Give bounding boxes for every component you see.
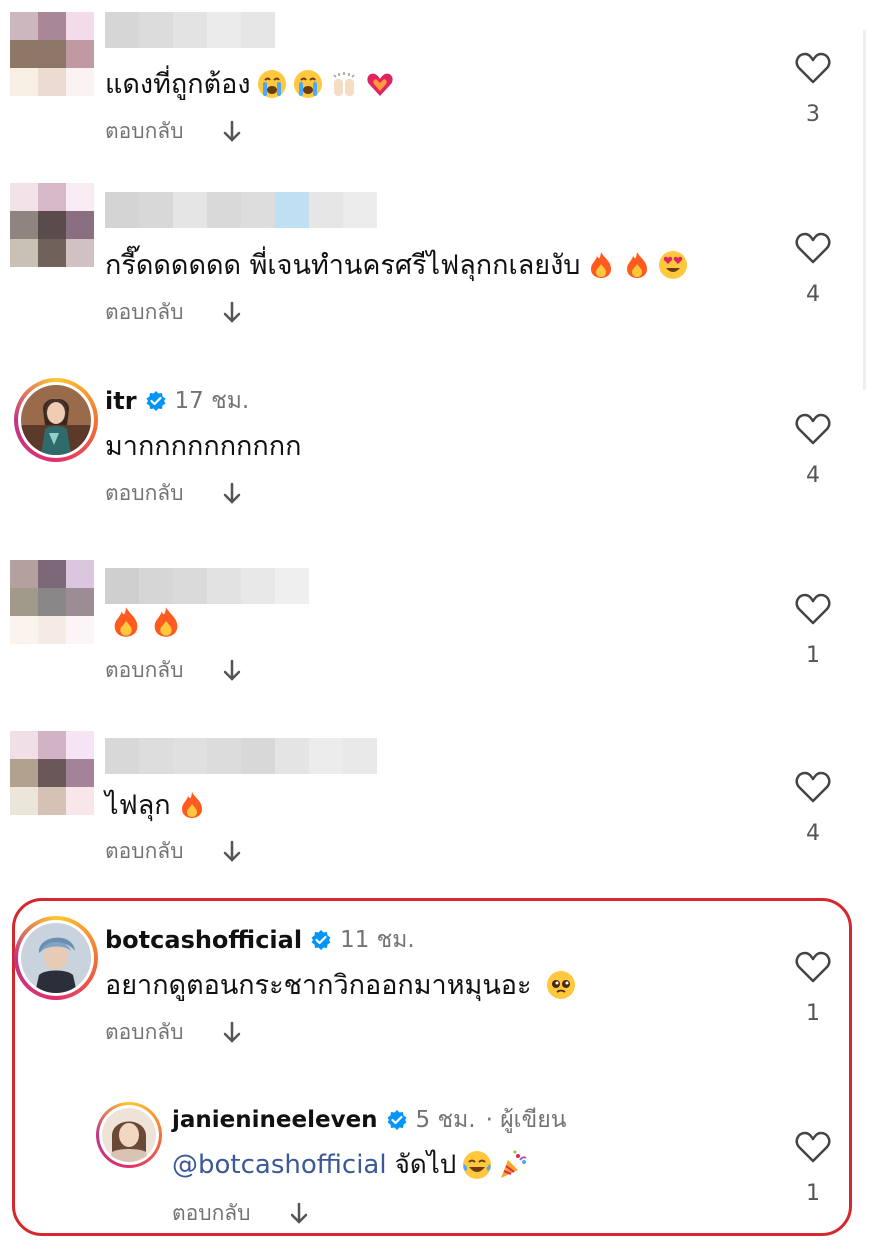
avatar-blurred[interactable] xyxy=(10,560,94,644)
verified-badge-icon xyxy=(146,391,166,411)
username-blurred[interactable] xyxy=(105,568,309,604)
pleading-face-icon xyxy=(546,970,575,999)
comment-text: มากกกกกกกกกก xyxy=(105,431,302,462)
arrow-down-icon[interactable] xyxy=(222,120,242,144)
timestamp: 5 ชม. xyxy=(415,1107,476,1133)
heart-icon[interactable] xyxy=(795,232,831,264)
like-count: 4 xyxy=(806,821,820,846)
like-button[interactable]: 4 xyxy=(783,413,843,488)
username-blurred[interactable] xyxy=(105,192,377,228)
arrow-down-icon[interactable] xyxy=(222,1021,242,1045)
profile-photo xyxy=(102,1108,156,1162)
heart-on-fire-icon xyxy=(366,73,393,96)
timestamp: 17 ชม. xyxy=(174,388,250,414)
reply-row: ตอบกลับ xyxy=(105,477,242,510)
avatar[interactable] xyxy=(96,1102,162,1168)
username[interactable]: botcashofficial xyxy=(105,926,302,954)
fire-icon xyxy=(627,251,648,278)
heart-icon[interactable] xyxy=(795,951,831,983)
heart-icon[interactable] xyxy=(795,771,831,803)
reply-button[interactable]: ตอบกลับ xyxy=(105,296,184,329)
reply-row: ตอบกลับ xyxy=(105,1016,242,1049)
fire-icon xyxy=(114,607,138,637)
user-line: botcashofficial 11 ชม. xyxy=(105,922,415,958)
username[interactable]: itr xyxy=(105,387,137,415)
reply-button[interactable]: ตอบกลับ xyxy=(172,1197,251,1230)
fire-icon xyxy=(181,791,202,818)
profile-photo xyxy=(21,385,91,455)
arrow-down-icon[interactable] xyxy=(222,301,242,325)
reply-button[interactable]: ตอบกลับ xyxy=(105,1016,184,1049)
like-count: 3 xyxy=(806,102,820,127)
reply-row: ตอบกลับ xyxy=(105,296,242,329)
username-blurred[interactable] xyxy=(105,12,275,48)
reply-button[interactable]: ตอบกลับ xyxy=(105,115,184,148)
reply-button[interactable]: ตอบกลับ xyxy=(105,835,184,868)
heart-icon[interactable] xyxy=(795,52,831,84)
like-button[interactable]: 4 xyxy=(783,232,843,307)
heart-icon[interactable] xyxy=(795,1131,831,1163)
avatar-blurred[interactable] xyxy=(10,183,94,267)
author-tag: · ผู้เขียน xyxy=(485,1107,567,1133)
user-line: itr 17 ชม. xyxy=(105,383,249,419)
avatar-blurred[interactable] xyxy=(10,731,94,815)
username[interactable]: janienineeleven xyxy=(172,1107,378,1133)
party-popper-icon xyxy=(501,1150,527,1178)
avatar[interactable] xyxy=(14,916,98,1000)
like-count: 1 xyxy=(806,1001,820,1026)
reply-button[interactable]: ตอบกลับ xyxy=(105,654,184,687)
crying-face-icon xyxy=(293,69,322,98)
avatar[interactable] xyxy=(14,378,98,462)
verified-badge-icon xyxy=(311,930,331,950)
scrollbar[interactable] xyxy=(863,30,866,390)
verified-badge-icon xyxy=(387,1110,407,1130)
heart-icon[interactable] xyxy=(795,593,831,625)
like-button[interactable]: 1 xyxy=(783,1131,843,1206)
reply-row: ตอบกลับ xyxy=(105,835,242,868)
like-button[interactable]: 3 xyxy=(783,52,843,127)
heart-icon[interactable] xyxy=(795,413,831,445)
timestamp: 11 ชม. xyxy=(340,927,415,953)
like-count: 4 xyxy=(806,463,820,488)
like-count: 1 xyxy=(806,643,820,668)
heart-eyes-icon xyxy=(659,250,688,279)
comment-text: ไฟลุก xyxy=(105,783,207,826)
comment-text: แดงที่ถูกต้อง xyxy=(105,62,395,105)
like-button[interactable]: 1 xyxy=(783,593,843,668)
reply-row: ตอบกลับ xyxy=(105,115,242,148)
comment-text: @botcashofficial จัดไป xyxy=(172,1144,528,1185)
avatar-blurred[interactable] xyxy=(10,12,94,96)
tears-of-joy-icon xyxy=(463,1150,492,1179)
reply-button[interactable]: ตอบกลับ xyxy=(105,477,184,510)
like-count: 4 xyxy=(806,282,820,307)
crying-face-icon xyxy=(257,69,286,98)
arrow-down-icon[interactable] xyxy=(222,482,242,506)
comment-text: กรี๊ดดดดดด พี่เจนทำนครศรีไฟลุกกเลยงับ xyxy=(105,243,688,286)
comment-text: อยากดูตอนกระชากวิกออกมาหมุนอะ xyxy=(105,963,576,1006)
fire-icon xyxy=(154,607,178,637)
arrow-down-icon[interactable] xyxy=(222,840,242,864)
arrow-down-icon[interactable] xyxy=(222,659,242,683)
reply-row: ตอบกลับ xyxy=(172,1197,309,1230)
raising-hands-icon xyxy=(333,71,355,96)
profile-photo xyxy=(21,923,91,993)
user-line: janienineeleven 5 ชม. · ผู้เขียน xyxy=(172,1102,566,1138)
arrow-down-icon[interactable] xyxy=(289,1202,309,1226)
comment-text xyxy=(103,605,183,639)
like-count: 1 xyxy=(806,1181,820,1206)
mention-link[interactable]: @botcashofficial xyxy=(172,1150,387,1180)
fire-icon xyxy=(591,251,612,278)
like-button[interactable]: 4 xyxy=(783,771,843,846)
username-blurred[interactable] xyxy=(105,738,377,774)
reply-row: ตอบกลับ xyxy=(105,654,242,687)
like-button[interactable]: 1 xyxy=(783,951,843,1026)
